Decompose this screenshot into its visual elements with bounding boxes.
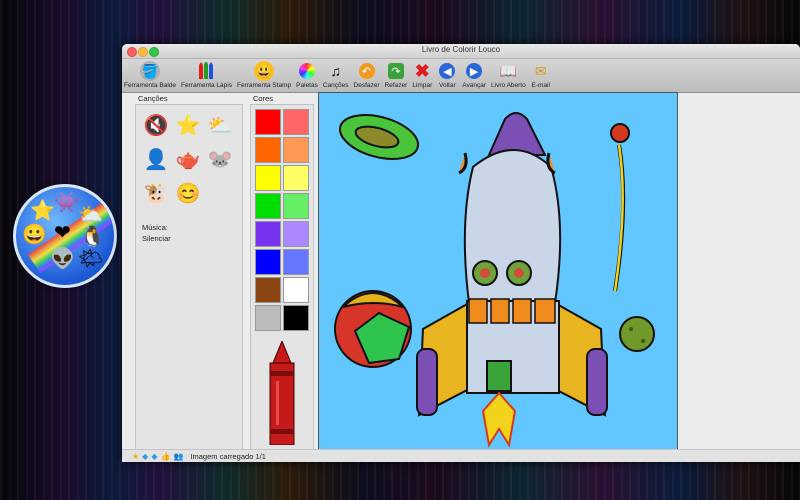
tool-label: Canções [322, 82, 349, 89]
app-window: Livro de Colorir Louco 🪣 Ferramenta Bald… [122, 44, 800, 462]
flying-saucer-icon [339, 114, 419, 160]
star-icon: ⭐ [30, 200, 55, 222]
rocket-icon [416, 112, 608, 448]
thumbs-up-icon[interactable]: 👍 [160, 452, 170, 461]
music-value: Silenciar [142, 234, 171, 243]
tool-label: Limpar [412, 82, 433, 89]
color-swatch[interactable] [283, 277, 309, 303]
comet-icon [610, 123, 630, 292]
songs-panel: Canções 🔇 ⭐ ⛅ 👤 🫖 🐭 🐮 😊 Música: Silencia… [135, 94, 243, 452]
undo-button[interactable]: ↶ Desfazer [354, 59, 380, 89]
tool-label: Refazer [384, 82, 408, 89]
alien-icon: 👾 [54, 192, 79, 214]
songs-box: 🔇 ⭐ ⛅ 👤 🫖 🐭 🐮 😊 Música: Silenciar [135, 104, 243, 452]
color-swatch[interactable] [283, 109, 309, 135]
tool-pencils[interactable]: Ferramenta Lápis [181, 59, 232, 89]
color-swatch[interactable] [283, 221, 309, 247]
color-swatch[interactable] [283, 193, 309, 219]
tool-label: Voltar [438, 82, 456, 89]
crayon-icon [269, 341, 295, 445]
smiley-icon: 😀 [22, 224, 47, 246]
color-swatch[interactable] [255, 277, 281, 303]
rocket-drawing [334, 112, 655, 448]
twitter-bird-icon[interactable]: ◆ [151, 452, 157, 461]
open-book-icon: 📖 [499, 62, 518, 79]
tool-label: Paletas [296, 82, 318, 89]
sun-icon: 🌤 [78, 248, 104, 270]
back-button[interactable]: ◀ Voltar [437, 59, 457, 89]
toolbar: 🪣 Ferramenta Balde Ferramenta Lápis 😃 Fe… [122, 59, 800, 93]
star-icon[interactable]: ★ [132, 452, 139, 461]
color-swatch[interactable] [283, 305, 309, 331]
forward-arrow-icon: ▶ [466, 63, 483, 79]
clear-button[interactable]: ✖ Limpar [412, 59, 433, 90]
color-wheel-icon [299, 63, 316, 79]
alien-head-icon: 👽 [50, 248, 75, 270]
star-icon[interactable]: ⭐ [174, 111, 202, 139]
color-swatch[interactable] [255, 109, 281, 135]
redo-button[interactable]: ↷ Refazer [384, 59, 408, 89]
title-bar: Livro de Colorir Louco [122, 44, 800, 59]
tool-label: Ferramenta Lápis [181, 82, 232, 89]
color-swatch[interactable] [283, 249, 309, 275]
color-swatch[interactable] [255, 165, 281, 191]
open-book-button[interactable]: 📖 Livro Aberto [491, 59, 526, 90]
email-icon: ✉ [534, 62, 547, 79]
smiley-icon[interactable]: 😊 [174, 179, 202, 207]
back-arrow-icon: ◀ [439, 63, 456, 79]
colors-panel: Cores [250, 94, 314, 452]
heart-icon: ❤ [54, 222, 71, 244]
color-swatch[interactable] [283, 165, 309, 191]
teapot-icon[interactable]: 🫖 [174, 145, 202, 173]
tool-palettes[interactable]: Paletas [296, 59, 318, 89]
smiley-stamp-icon: 😃 [254, 61, 275, 81]
colors-box [250, 104, 314, 452]
email-button[interactable]: ✉ E-mail [531, 59, 551, 90]
burger-planet-icon [334, 290, 412, 368]
tool-label: Livro Aberto [491, 82, 526, 89]
color-swatch[interactable] [255, 305, 281, 331]
people-icon[interactable]: 👥 [173, 452, 183, 461]
clear-x-icon: ✖ [414, 60, 430, 81]
mouse-icon[interactable]: 🐭 [206, 145, 234, 173]
color-swatch[interactable] [283, 137, 309, 163]
color-swatch[interactable] [255, 221, 281, 247]
window-title: Livro de Colorir Louco [421, 45, 501, 54]
status-bar: ★ ◆ ◆ 👍 👥 Imagem carregado 1/1 [122, 449, 800, 462]
color-swatch[interactable] [255, 193, 281, 219]
redo-icon: ↷ [387, 63, 404, 79]
tool-label: Ferramenta Stamp [236, 82, 292, 89]
tool-label: Avançar [462, 82, 487, 89]
mute-icon[interactable]: 🔇 [142, 111, 170, 139]
music-label: Música: [142, 223, 168, 232]
status-text: Imagem carregado 1/1 [190, 451, 266, 461]
planet-icon [619, 316, 655, 352]
colors-label: Cores [253, 94, 274, 103]
tool-label: Ferramenta Balde [124, 82, 177, 89]
person-icon[interactable]: 👤 [142, 145, 170, 173]
cow-icon[interactable]: 🐮 [142, 179, 170, 207]
penguin-icon: 🐧 [80, 226, 105, 248]
tool-paint-bucket[interactable]: 🪣 Ferramenta Balde [124, 59, 176, 89]
twitter-bird-icon[interactable]: ◆ [142, 452, 148, 461]
paint-bucket-icon: 🪣 [140, 61, 161, 81]
tool-label: Desfazer [353, 82, 380, 89]
main-area: Canções 🔇 ⭐ ⛅ 👤 🫖 🐭 🐮 😊 Música: Silencia… [122, 92, 800, 452]
pencils-icon [197, 61, 217, 81]
color-swatch[interactable] [255, 137, 281, 163]
forward-button[interactable]: ▶ Avançar [462, 59, 486, 89]
tool-stamp[interactable]: 😃 Ferramenta Stamp [237, 59, 291, 89]
sun-cloud-icon[interactable]: ⛅ [206, 111, 234, 139]
drawing-canvas[interactable] [318, 92, 678, 452]
color-swatch[interactable] [255, 249, 281, 275]
music-note-icon: ♫ [330, 63, 341, 79]
app-icon[interactable]: 👾 ⭐ ⛅ 😀 ❤ 🐧 👽 🌤 [13, 184, 117, 288]
undo-icon: ↶ [358, 63, 375, 79]
tool-label: E-mail [531, 82, 550, 89]
tool-songs[interactable]: ♫ Canções [323, 59, 349, 89]
songs-label: Canções [138, 94, 168, 103]
cloud-icon: ⛅ [78, 204, 103, 226]
